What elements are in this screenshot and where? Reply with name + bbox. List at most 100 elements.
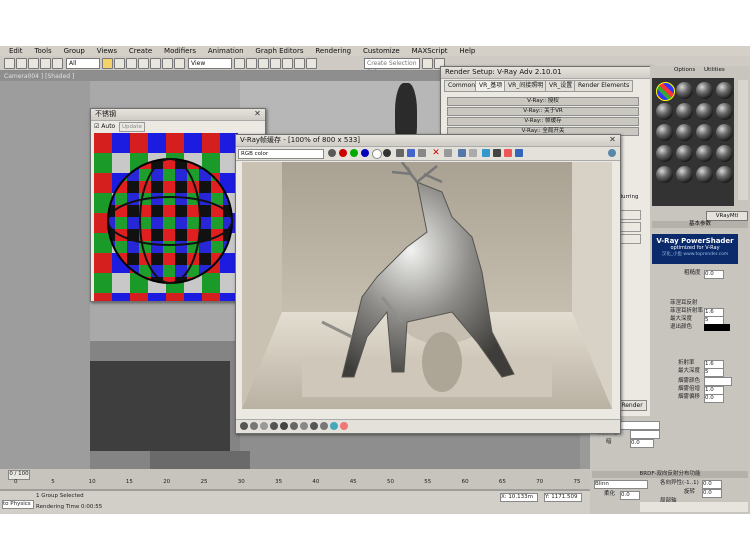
material-slot[interactable] bbox=[676, 166, 693, 183]
tab-vr-settings[interactable]: VR_设置 bbox=[545, 80, 577, 92]
lut-icon[interactable] bbox=[493, 149, 501, 157]
percent-snap-icon[interactable] bbox=[282, 58, 293, 69]
material-type-button[interactable]: VRayMtl bbox=[706, 211, 748, 221]
material-slot-active[interactable] bbox=[656, 82, 675, 101]
roughness-field[interactable]: 0.0 bbox=[704, 270, 724, 279]
soften-field[interactable]: 0.0 bbox=[620, 491, 640, 500]
undo-icon[interactable] bbox=[4, 58, 15, 69]
fog-bias-field[interactable]: 0.0 bbox=[704, 394, 724, 403]
bottom-icon-5[interactable] bbox=[280, 422, 288, 430]
update-button[interactable]: Update bbox=[119, 122, 145, 132]
background-color-swatch[interactable] bbox=[630, 430, 660, 439]
basic-params-rollout[interactable]: 基本参数 bbox=[652, 221, 748, 228]
tab-common[interactable]: Common bbox=[444, 80, 480, 92]
bottom-icon-11[interactable] bbox=[340, 422, 348, 430]
material-tab-options[interactable]: Options bbox=[674, 67, 695, 75]
load-image-icon[interactable] bbox=[407, 149, 415, 157]
manipulate-icon[interactable] bbox=[246, 58, 257, 69]
rotate-icon[interactable] bbox=[162, 58, 173, 69]
menu-group[interactable]: Group bbox=[64, 46, 85, 56]
material-slot[interactable] bbox=[716, 82, 733, 99]
pivot-icon[interactable] bbox=[234, 58, 245, 69]
refract-depth-field[interactable]: 5 bbox=[704, 368, 724, 377]
rotation-field[interactable]: 0.0 bbox=[702, 489, 722, 498]
bottom-icon-9[interactable] bbox=[320, 422, 328, 430]
anisotropy-field[interactable]: 0.0 bbox=[702, 480, 722, 489]
material-slot[interactable] bbox=[656, 103, 673, 120]
tab-render-elements[interactable]: Render Elements bbox=[574, 80, 634, 92]
ime-toolbar[interactable] bbox=[640, 502, 748, 512]
save-icon[interactable] bbox=[328, 149, 336, 157]
material-side-toolbar[interactable] bbox=[738, 80, 748, 200]
rollout-framebuffer[interactable]: V-Ray:: 帧缓存 bbox=[447, 117, 639, 126]
track-mouse-icon[interactable] bbox=[444, 149, 452, 157]
material-slot[interactable] bbox=[696, 82, 713, 99]
blue-channel-icon[interactable] bbox=[361, 149, 369, 157]
brdf-type-dropdown[interactable]: Blinn bbox=[594, 480, 648, 489]
menu-views[interactable]: Views bbox=[97, 46, 117, 56]
duplicate-icon[interactable] bbox=[418, 149, 426, 157]
tab-vr-basic[interactable]: VR_基项 bbox=[475, 80, 507, 92]
tab-vr-indirect[interactable]: VR_间接照明 bbox=[504, 80, 548, 92]
spinner-snap-icon[interactable] bbox=[294, 58, 305, 69]
reference-coordinate-dropdown[interactable]: View bbox=[188, 58, 232, 69]
auto-checkbox[interactable]: ☑ Auto bbox=[94, 122, 115, 131]
material-tab-utilities[interactable]: Utilities bbox=[704, 67, 725, 75]
link-icon[interactable] bbox=[28, 58, 39, 69]
menu-customize[interactable]: Customize bbox=[363, 46, 400, 56]
bottom-icon-4[interactable] bbox=[270, 422, 278, 430]
mirror-icon[interactable] bbox=[422, 58, 433, 69]
region-render-icon[interactable] bbox=[458, 149, 466, 157]
material-slot[interactable] bbox=[716, 166, 733, 183]
material-slot[interactable] bbox=[676, 145, 693, 162]
channel-dropdown[interactable]: RGB color bbox=[238, 149, 324, 159]
dark-field[interactable]: 0.0 bbox=[630, 439, 654, 448]
alpha-channel-icon[interactable] bbox=[372, 149, 382, 159]
bottom-icon-3[interactable] bbox=[260, 422, 268, 430]
fog-color-swatch[interactable] bbox=[704, 377, 732, 386]
histogram-icon[interactable] bbox=[515, 149, 523, 157]
rollout-about[interactable]: V-Ray:: 关于VR bbox=[447, 107, 639, 116]
material-slot[interactable] bbox=[696, 124, 713, 141]
material-slot[interactable] bbox=[716, 124, 733, 141]
close-icon[interactable]: ✕ bbox=[608, 136, 617, 144]
bottom-icon-6[interactable] bbox=[290, 422, 298, 430]
curve-icon[interactable] bbox=[504, 149, 512, 157]
color-correction-icon[interactable] bbox=[482, 149, 490, 157]
save-image-icon[interactable] bbox=[396, 149, 404, 157]
bind-icon[interactable] bbox=[52, 58, 63, 69]
render-button[interactable]: Render bbox=[617, 400, 647, 411]
edit-named-selection-icon[interactable] bbox=[306, 58, 317, 69]
unlink-icon[interactable] bbox=[40, 58, 51, 69]
material-slot[interactable] bbox=[696, 103, 713, 120]
menu-rendering[interactable]: Rendering bbox=[315, 46, 351, 56]
material-slot[interactable] bbox=[656, 124, 673, 141]
mono-icon[interactable] bbox=[383, 149, 391, 157]
reflect-exit-color-swatch[interactable] bbox=[704, 324, 730, 331]
render-last-icon[interactable] bbox=[469, 149, 477, 157]
timeline[interactable]: 0 / 100 0 5 10 15 20 25 30 35 40 45 50 55 60 65 70 75 bbox=[0, 469, 590, 491]
menu-tools[interactable]: Tools bbox=[34, 46, 51, 56]
red-channel-icon[interactable] bbox=[339, 149, 347, 157]
named-selection-set-field[interactable]: Create Selection Sel bbox=[364, 58, 420, 76]
material-slot[interactable] bbox=[716, 145, 733, 162]
snap-icon[interactable] bbox=[258, 58, 269, 69]
menu-help[interactable]: Help bbox=[459, 46, 475, 56]
material-slot[interactable] bbox=[696, 145, 713, 162]
window-crossing-icon[interactable] bbox=[138, 58, 149, 69]
move-icon[interactable] bbox=[150, 58, 161, 69]
angle-snap-icon[interactable] bbox=[270, 58, 281, 69]
selection-filter-dropdown[interactable]: All bbox=[66, 58, 100, 69]
scale-icon[interactable] bbox=[174, 58, 185, 69]
bottom-icon-8[interactable] bbox=[310, 422, 318, 430]
material-slot[interactable] bbox=[676, 124, 693, 141]
select-object-icon[interactable] bbox=[102, 58, 113, 69]
redo-icon[interactable] bbox=[16, 58, 27, 69]
menu-maxscript[interactable]: MAXScript bbox=[412, 46, 448, 56]
menu-modifiers[interactable]: Modifiers bbox=[164, 46, 196, 56]
region-select-icon[interactable] bbox=[126, 58, 137, 69]
material-slot[interactable] bbox=[676, 103, 693, 120]
close-icon[interactable]: ✕ bbox=[253, 110, 262, 118]
brdf-rollout[interactable]: BRDF-双向反射分布功能 bbox=[592, 471, 748, 478]
material-slot[interactable] bbox=[696, 166, 713, 183]
